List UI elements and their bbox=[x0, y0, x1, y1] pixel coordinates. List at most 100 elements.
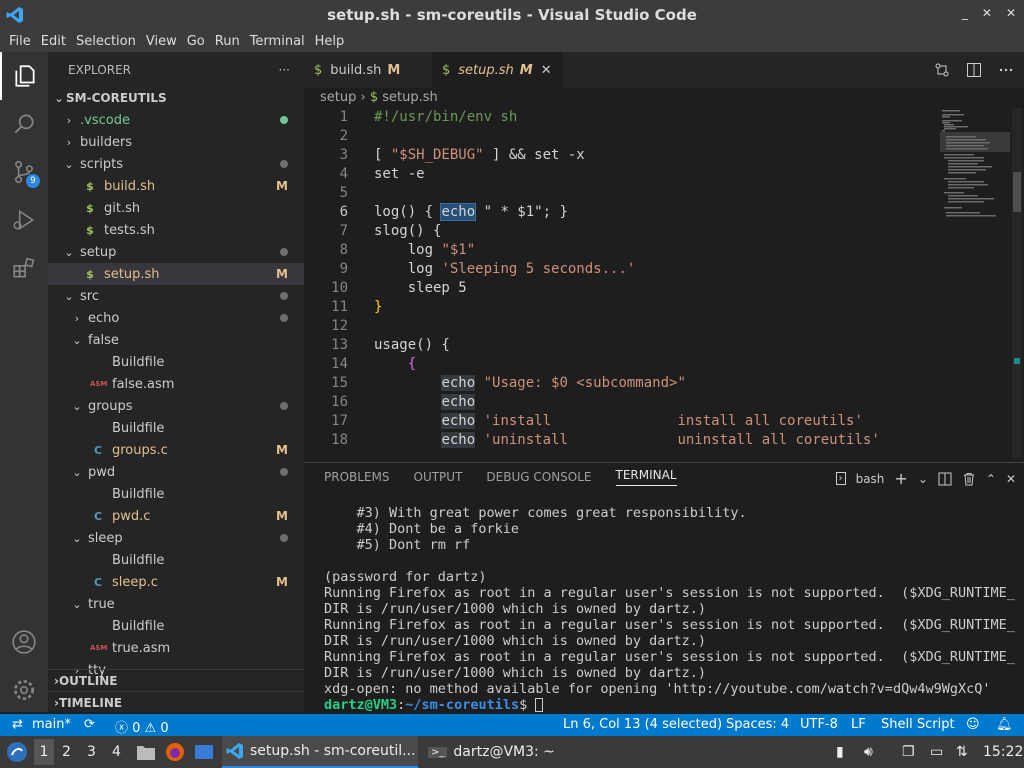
tree-item-label: tests.sh bbox=[104, 222, 155, 238]
chevron-down-icon[interactable]: ⌄ bbox=[918, 472, 928, 486]
panel-tab-debug-console[interactable]: DEBUG CONSOLE bbox=[486, 470, 591, 484]
menu-go[interactable]: Go bbox=[182, 34, 210, 49]
workspace-root[interactable]: ⌄ SM-COREUTILS bbox=[48, 87, 304, 109]
terminal-shell-name[interactable]: bash bbox=[856, 472, 885, 486]
cursor-position[interactable]: Ln 6, Col 13 (4 selected) bbox=[563, 717, 722, 732]
tree-file[interactable]: Cpwd.c M bbox=[48, 505, 304, 527]
tab-setup-sh[interactable]: $ setup.sh M ✕ bbox=[432, 52, 562, 88]
search-activity[interactable] bbox=[0, 100, 48, 148]
code-token: "$1" bbox=[441, 242, 476, 258]
firefox-launcher[interactable] bbox=[165, 736, 185, 768]
panel-tab-problems[interactable]: PROBLEMS bbox=[324, 470, 390, 484]
tree-folder[interactable]: ⌄ groups bbox=[48, 395, 304, 417]
menu-view[interactable]: View bbox=[141, 34, 182, 49]
workspace-2[interactable]: 2 bbox=[62, 736, 71, 768]
terminal-output[interactable]: #3) With great power comes great respons… bbox=[324, 505, 1015, 713]
tree-file[interactable]: $ build.sh M bbox=[48, 175, 304, 197]
explorer-more-button[interactable]: ··· bbox=[279, 63, 290, 77]
language-mode[interactable]: Shell Script bbox=[881, 717, 955, 732]
split-editor-icon[interactable] bbox=[966, 62, 982, 78]
encoding[interactable]: UTF-8 bbox=[800, 717, 838, 732]
tree-file[interactable]: $ tests.sh bbox=[48, 219, 304, 241]
sync-icon[interactable]: ⟳ bbox=[84, 717, 95, 732]
tree-folder[interactable]: ⌄ scripts bbox=[48, 153, 304, 175]
tree-file[interactable]: Buildfile bbox=[48, 549, 304, 571]
maximize-panel-icon[interactable]: ⌃ bbox=[986, 472, 996, 486]
window-launcher[interactable] bbox=[194, 736, 214, 768]
tree-folder[interactable]: ⌄ src bbox=[48, 285, 304, 307]
tree-file[interactable]: Buildfile bbox=[48, 351, 304, 373]
workspace-1[interactable]: 1 bbox=[34, 739, 54, 765]
minimize-button[interactable]: _ bbox=[962, 6, 968, 20]
workspace-3[interactable]: 3 bbox=[87, 736, 96, 768]
menu-selection[interactable]: Selection bbox=[71, 34, 141, 49]
close-button[interactable]: ✕ bbox=[1006, 6, 1016, 20]
trash-icon[interactable] bbox=[962, 472, 976, 486]
clipboard-icon[interactable]: ❐ bbox=[902, 736, 915, 768]
tree-folder[interactable]: ⌄ false bbox=[48, 329, 304, 351]
breadcrumb-folder[interactable]: setup bbox=[320, 90, 356, 105]
breadcrumb-file[interactable]: setup.sh bbox=[382, 90, 438, 105]
scrollbar-thumb[interactable] bbox=[1013, 172, 1021, 212]
tree-folder[interactable]: ⌄ sleep bbox=[48, 527, 304, 549]
code-editor[interactable]: 1 #!/usr/bin/env sh 2 3 [ "$SH_DEBUG" ] && s… bbox=[304, 108, 944, 462]
minimap[interactable] bbox=[940, 108, 1010, 228]
panel-tab-output[interactable]: OUTPUT bbox=[414, 470, 463, 484]
tree-file[interactable]: Csleep.c M bbox=[48, 571, 304, 593]
extensions-activity[interactable] bbox=[0, 244, 48, 292]
tree-file[interactable]: Buildfile bbox=[48, 615, 304, 637]
menu-help[interactable]: Help bbox=[310, 34, 350, 49]
source-control-activity[interactable]: 9 bbox=[0, 148, 48, 196]
menu-edit[interactable]: Edit bbox=[36, 34, 71, 49]
tree-folder[interactable]: ⌄ true bbox=[48, 593, 304, 615]
menu-file[interactable]: File bbox=[4, 34, 36, 49]
menu-terminal[interactable]: Terminal bbox=[245, 34, 310, 49]
tree-folder[interactable]: ⌄ setup bbox=[48, 241, 304, 263]
split-terminal-icon[interactable] bbox=[938, 472, 952, 486]
remote-icon[interactable]: ⇄ bbox=[12, 717, 23, 732]
notifications-icon[interactable]: 🔔︎ bbox=[996, 717, 1013, 732]
tree-file[interactable]: Cgroups.c M bbox=[48, 439, 304, 461]
tree-folder[interactable]: › .vscode bbox=[48, 109, 304, 131]
tree-folder[interactable]: › builders bbox=[48, 131, 304, 153]
tab-build-sh[interactable]: $ build.sh M bbox=[304, 52, 432, 88]
explorer-activity[interactable] bbox=[0, 52, 48, 100]
close-tab-icon[interactable]: ✕ bbox=[541, 63, 552, 78]
indentation[interactable]: Spaces: 4 bbox=[726, 717, 789, 732]
feedback-icon[interactable]: ☺ bbox=[966, 717, 980, 732]
more-actions-icon[interactable] bbox=[998, 62, 1014, 78]
volume-icon[interactable]: 🔊︎ bbox=[864, 736, 873, 768]
tree-file[interactable]: Buildfile bbox=[48, 417, 304, 439]
run-debug-activity[interactable] bbox=[0, 196, 48, 244]
tree-file[interactable]: ASM false.asm bbox=[48, 373, 304, 395]
tree-file[interactable]: ASM true.asm bbox=[48, 637, 304, 659]
network-icon[interactable]: ⇅ bbox=[956, 736, 968, 768]
new-terminal-icon[interactable]: + bbox=[894, 469, 907, 488]
outline-section[interactable]: › OUTLINE bbox=[48, 669, 304, 691]
menu-run[interactable]: Run bbox=[210, 34, 245, 49]
panel-tab-terminal[interactable]: TERMINAL bbox=[615, 468, 677, 486]
accounts-activity[interactable] bbox=[0, 618, 48, 666]
taskbar-terminal-window[interactable]: >_ dartz@VM3: ~ bbox=[424, 736, 555, 768]
branch-status[interactable]: main* bbox=[32, 717, 71, 732]
workspace-4[interactable]: 4 bbox=[112, 736, 121, 768]
tree-folder[interactable]: ⌄ pwd bbox=[48, 461, 304, 483]
maximize-button[interactable]: ✕ bbox=[982, 6, 992, 20]
open-changes-icon[interactable] bbox=[934, 62, 950, 78]
tree-file[interactable]: $ setup.sh M bbox=[48, 263, 304, 285]
close-panel-icon[interactable]: ✕ bbox=[1006, 472, 1016, 486]
display-icon[interactable]: ▭ bbox=[930, 736, 943, 768]
problems-status[interactable]: ⓧ 0 ⚠ 0 bbox=[115, 717, 169, 736]
start-menu-button[interactable] bbox=[6, 736, 28, 768]
files-launcher[interactable] bbox=[136, 736, 156, 768]
tree-file[interactable]: Buildfile bbox=[48, 483, 304, 505]
tree-folder[interactable]: › echo bbox=[48, 307, 304, 329]
end-of-line[interactable]: LF bbox=[851, 717, 866, 732]
tree-file[interactable]: $ git.sh bbox=[48, 197, 304, 219]
tray-battery-icon[interactable]: ▮ bbox=[836, 736, 844, 768]
timeline-section[interactable]: › TIMELINE bbox=[48, 691, 304, 713]
manage-activity[interactable] bbox=[0, 666, 48, 714]
terminal-prompt[interactable]: dartz@VM3:~/sm-coreutils$ bbox=[324, 697, 1014, 713]
editor-scrollbar[interactable] bbox=[1012, 108, 1022, 458]
taskbar-vscode-window[interactable]: setup.sh - sm-coreutil... bbox=[222, 736, 418, 768]
